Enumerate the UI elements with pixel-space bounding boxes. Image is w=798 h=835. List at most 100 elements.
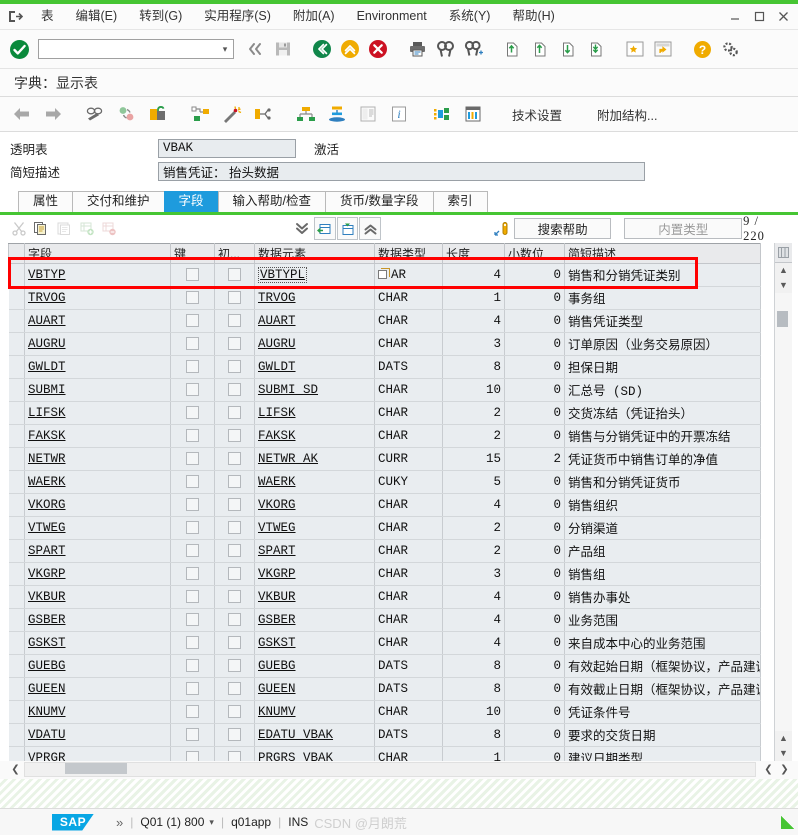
- cell-initial-checkbox[interactable]: [214, 447, 255, 471]
- field-name-link[interactable]: AUART: [28, 314, 66, 328]
- row-selector[interactable]: [8, 608, 25, 632]
- table-row[interactable]: KNUMV KNUMV CHAR 10 0 凭证条件号: [8, 700, 761, 724]
- cell-data-type[interactable]: CHAR: [374, 700, 443, 724]
- row-selector[interactable]: [8, 401, 25, 425]
- field-name-link[interactable]: SUBMI: [28, 383, 66, 397]
- cell-short-description[interactable]: 建议日期类型: [564, 746, 761, 761]
- row-selector[interactable]: [8, 309, 25, 333]
- checkbox-icon[interactable]: [186, 474, 199, 488]
- cell-initial-checkbox[interactable]: [214, 378, 255, 402]
- table-row[interactable]: TRVOG TRVOG CHAR 1 0 事务组: [8, 286, 761, 310]
- cell-length[interactable]: 4: [442, 263, 505, 287]
- cell-short-description[interactable]: 产品组: [564, 539, 761, 563]
- cell-data-element[interactable]: KNUMV: [254, 700, 375, 724]
- field-name-link[interactable]: GUEEN: [28, 682, 66, 696]
- field-name-link[interactable]: GWLDT: [28, 360, 66, 374]
- cell-data-element[interactable]: GUEEN: [254, 677, 375, 701]
- customize-local-layout-icon[interactable]: [717, 36, 743, 62]
- field-name-link[interactable]: TRVOG: [28, 291, 66, 305]
- cell-length[interactable]: 2: [442, 401, 505, 425]
- cell-data-type[interactable]: CHAR: [374, 401, 443, 425]
- cell-key-checkbox[interactable]: [170, 539, 215, 563]
- cell-data-type[interactable]: CHAR: [374, 608, 443, 632]
- checkbox-icon[interactable]: [186, 520, 199, 534]
- checkbox-icon[interactable]: [186, 267, 199, 281]
- command-input[interactable]: [39, 40, 217, 58]
- status-insert-mode[interactable]: INS: [288, 815, 308, 829]
- cell-initial-checkbox[interactable]: [214, 470, 255, 494]
- checkbox-icon[interactable]: [186, 704, 199, 718]
- cell-length[interactable]: 4: [442, 631, 505, 655]
- field-name-link[interactable]: VKORG: [28, 498, 66, 512]
- cell-length[interactable]: 10: [442, 700, 505, 724]
- cell-field[interactable]: GUEEN: [24, 677, 171, 701]
- cell-field[interactable]: GSBER: [24, 608, 171, 632]
- cell-initial-checkbox[interactable]: [214, 723, 255, 747]
- hscroll-prev-arrow-icon[interactable]: ❮: [761, 762, 776, 777]
- cell-field[interactable]: KNUMV: [24, 700, 171, 724]
- cell-decimals[interactable]: 0: [504, 309, 565, 333]
- checkbox-icon[interactable]: [228, 566, 241, 580]
- cell-data-element[interactable]: GWLDT: [254, 355, 375, 379]
- cell-length[interactable]: 8: [442, 654, 505, 678]
- cell-data-type[interactable]: CHAR: [374, 539, 443, 563]
- cell-key-checkbox[interactable]: [170, 355, 215, 379]
- row-selector[interactable]: [8, 516, 25, 540]
- checkbox-icon[interactable]: [228, 474, 241, 488]
- cell-field[interactable]: VPRGR: [24, 746, 171, 761]
- cell-key-checkbox[interactable]: [170, 401, 215, 425]
- cell-initial-checkbox[interactable]: [214, 493, 255, 517]
- create-favorite-icon[interactable]: [622, 36, 648, 62]
- find-icon[interactable]: [432, 36, 458, 62]
- cell-key-checkbox[interactable]: [170, 447, 215, 471]
- checkbox-icon[interactable]: [186, 382, 199, 396]
- field-name-link[interactable]: FAKSK: [28, 429, 66, 443]
- checkbox-icon[interactable]: [186, 336, 199, 350]
- field-name-link[interactable]: VKBUR: [28, 590, 66, 604]
- cell-data-type[interactable]: CURR: [374, 447, 443, 471]
- cell-field[interactable]: LIFSK: [24, 401, 171, 425]
- cell-initial-checkbox[interactable]: [214, 355, 255, 379]
- cell-length[interactable]: 5: [442, 470, 505, 494]
- forward-arrow-icon[interactable]: [39, 101, 67, 127]
- checkbox-icon[interactable]: [228, 359, 241, 373]
- cell-decimals[interactable]: 0: [504, 378, 565, 402]
- data-element-link[interactable]: VKBUR: [258, 590, 296, 604]
- checkbox-icon[interactable]: [228, 750, 241, 761]
- row-selector[interactable]: [8, 585, 25, 609]
- cell-key-checkbox[interactable]: [170, 424, 215, 448]
- table-row[interactable]: VKBUR VKBUR CHAR 4 0 销售办事处: [8, 585, 761, 609]
- information-icon[interactable]: i: [385, 101, 413, 127]
- field-name-link[interactable]: WAERK: [28, 475, 66, 489]
- structure-network-icon[interactable]: [292, 101, 320, 127]
- column-header-field[interactable]: 字段: [24, 242, 171, 264]
- checkbox-icon[interactable]: [228, 267, 241, 281]
- cell-key-checkbox[interactable]: [170, 286, 215, 310]
- row-selector[interactable]: [8, 746, 25, 761]
- menu-item-system[interactable]: 系统(Y): [438, 4, 502, 29]
- back-arrow-icon[interactable]: [8, 101, 36, 127]
- cell-length[interactable]: 4: [442, 585, 505, 609]
- cell-data-element[interactable]: SUBMI_SD: [254, 378, 375, 402]
- cell-field[interactable]: VKBUR: [24, 585, 171, 609]
- table-contents-icon[interactable]: [459, 101, 487, 127]
- checkbox-icon[interactable]: [186, 428, 199, 442]
- cell-data-element[interactable]: NETWR_AK: [254, 447, 375, 471]
- technical-settings-button[interactable]: 技术设置: [502, 102, 572, 126]
- insert-row-above-icon[interactable]: [336, 217, 359, 241]
- paste-icon[interactable]: [53, 217, 75, 240]
- cell-key-checkbox[interactable]: [170, 585, 215, 609]
- cell-key-checkbox[interactable]: [170, 309, 215, 333]
- runtime-object-icon[interactable]: [428, 101, 456, 127]
- cell-initial-checkbox[interactable]: [214, 608, 255, 632]
- cell-short-description[interactable]: 销售凭证类型: [564, 309, 761, 333]
- cell-initial-checkbox[interactable]: [214, 562, 255, 586]
- checkbox-icon[interactable]: [186, 497, 199, 511]
- cell-decimals[interactable]: 0: [504, 631, 565, 655]
- checkbox-icon[interactable]: [228, 290, 241, 304]
- grid-vertical-scrollbar[interactable]: ▲ ▼ ▲ ▼: [774, 242, 792, 761]
- cell-initial-checkbox[interactable]: [214, 424, 255, 448]
- scroll-up-bottom-arrow-icon[interactable]: ▲: [775, 731, 792, 746]
- cell-data-element[interactable]: AUART: [254, 309, 375, 333]
- field-name-link[interactable]: KNUMV: [28, 705, 66, 719]
